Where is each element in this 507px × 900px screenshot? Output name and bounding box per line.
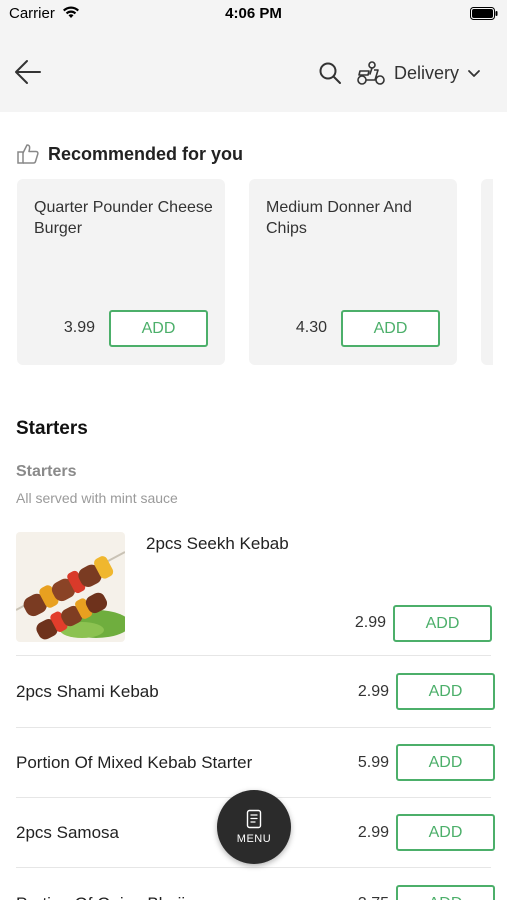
add-button[interactable]: ADD [396, 814, 495, 851]
menu-item-name: 2pcs Shami Kebab [16, 682, 159, 701]
menu-item-price: 2.99 [354, 614, 386, 631]
menu-item-name: Portion Of Onion Bhaji [16, 869, 185, 900]
add-button[interactable]: ADD [393, 605, 492, 642]
menu-item-row[interactable]: Portion Of Onion Bhaji 3.75 ADD [0, 869, 507, 900]
seekh-kebab-image [16, 532, 125, 642]
menu-item-name: 2pcs Seekh Kebab [146, 534, 289, 553]
section-title: Starters [16, 418, 88, 439]
chevron-down-icon [468, 70, 480, 77]
divider [16, 867, 491, 868]
add-button[interactable]: ADD [396, 673, 495, 710]
menu-item-row[interactable]: 2pcs Shami Kebab 2.99 ADD [0, 657, 507, 727]
add-button[interactable]: ADD [109, 310, 208, 347]
menu-fab-button[interactable]: MENU [217, 790, 291, 864]
recommended-item-name: Quarter Pounder Cheese Burger [34, 199, 213, 237]
add-button[interactable]: ADD [396, 885, 495, 900]
thumbs-up-icon [17, 144, 39, 164]
menu-item-name: 2pcs Samosa [16, 823, 119, 842]
scooter-icon [357, 61, 385, 85]
recommended-item-price: 3.99 [63, 319, 95, 336]
menu-item-name: Portion Of Mixed Kebab Starter [16, 753, 253, 772]
menu-item-price: 2.99 [357, 683, 389, 700]
back-arrow-icon[interactable] [14, 59, 42, 85]
recommended-title: Recommended for you [48, 143, 244, 164]
recommended-card[interactable]: Quarter Pounder Cheese Burger 3.99 ADD [17, 179, 225, 365]
recommended-item-name: Medium Donner And Chips [266, 199, 412, 237]
menu-fab-label: MENU [236, 833, 272, 845]
recommended-card-peek[interactable] [481, 179, 493, 365]
menu-item-price: 2.99 [357, 824, 389, 841]
recommended-card[interactable]: Medium Donner And Chips 4.30 ADD [249, 179, 457, 365]
subsection-title: Starters [16, 463, 77, 480]
menu-item-row[interactable]: Portion Of Mixed Kebab Starter 5.99 ADD [0, 728, 507, 798]
delivery-mode-selector[interactable]: Delivery [356, 58, 481, 88]
add-button[interactable]: ADD [396, 744, 495, 781]
battery-icon [470, 7, 498, 20]
divider [16, 655, 491, 656]
status-time: 4:06 PM [225, 5, 282, 22]
menu-item-price: 3.75 [358, 869, 389, 900]
recommended-header: Recommended for you [16, 142, 243, 166]
search-icon[interactable] [318, 61, 342, 85]
menu-item-price: 5.99 [357, 754, 389, 771]
delivery-label: Delivery [394, 62, 460, 83]
add-button[interactable]: ADD [341, 310, 440, 347]
menu-book-icon [246, 809, 262, 829]
subsection-description: All served with mint sauce [16, 490, 178, 506]
nav-bar: Delivery [0, 32, 507, 112]
status-bar: Carrier 4:06 PM [0, 0, 507, 32]
recommended-item-price: 4.30 [295, 319, 327, 336]
